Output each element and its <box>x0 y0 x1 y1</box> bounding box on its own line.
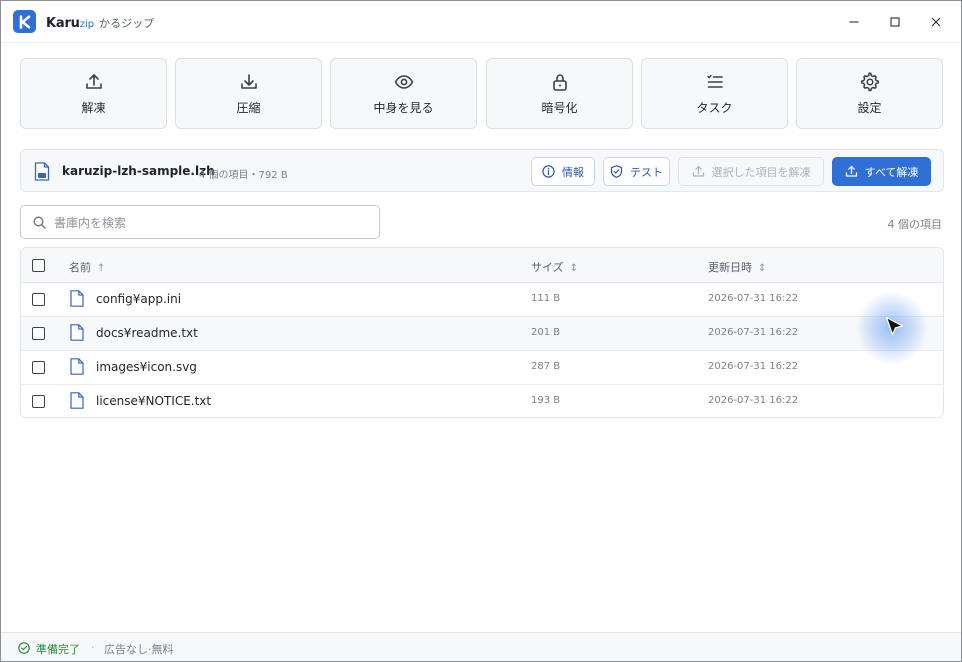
extract-all-button-label: すべて解凍 <box>864 165 919 179</box>
info-button-label: 情報 <box>562 165 584 179</box>
minimize-icon <box>849 21 859 23</box>
file-modified: 2026-07-31 16:22 <box>708 395 799 406</box>
search-icon <box>33 216 46 229</box>
download-icon <box>239 72 259 92</box>
archive-name: karuzip-lzh-sample.lzh <box>62 164 215 178</box>
column-header-name[interactable]: 名前 ↑ <box>69 259 105 275</box>
shield-check-icon <box>610 165 623 178</box>
upload-icon <box>692 165 705 178</box>
settings-button[interactable]: 設定 <box>796 58 943 129</box>
status-bar: 準備完了 · 広告なし·無料 <box>1 632 961 661</box>
info-icon <box>542 165 555 178</box>
file-name: config¥app.ini <box>96 292 182 306</box>
table-row[interactable]: license¥NOTICE.txt 193 B 2026-07-31 16:2… <box>21 385 943 417</box>
maximize-icon <box>890 17 900 27</box>
minimize-button[interactable] <box>839 7 869 37</box>
file-table: 名前 ↑ サイズ ↕ 更新日時 ↕ config¥app.ini 111 B 2026… <box>20 247 944 418</box>
file-icon <box>70 358 84 375</box>
tasks-button[interactable]: タスク <box>641 58 788 129</box>
search-input[interactable] <box>54 213 369 233</box>
file-size: 287 B <box>531 361 561 372</box>
table-row[interactable]: config¥app.ini 111 B 2026-07-31 16:22 <box>21 283 943 317</box>
file-size: 201 B <box>531 327 561 338</box>
info-button[interactable]: 情報 <box>531 157 595 186</box>
table-row[interactable]: docs¥readme.txt 201 B 2026-07-31 16:22 <box>21 317 943 351</box>
file-icon <box>70 392 84 409</box>
brand-suffix: zip <box>79 19 95 30</box>
file-modified: 2026-07-31 16:22 <box>708 293 799 304</box>
archive-file-icon <box>34 162 50 181</box>
column-modified-label: 更新日時 <box>708 261 752 274</box>
status-separator: · <box>91 641 95 654</box>
compress-button[interactable]: 圧縮 <box>175 58 322 129</box>
main-toolbar: 解凍 圧縮 中身を見る 暗号化 タスク 設定 <box>20 58 944 129</box>
column-size-label: サイズ <box>531 261 564 274</box>
compress-button-label: 圧縮 <box>236 101 261 115</box>
encrypt-button[interactable]: 暗号化 <box>486 58 633 129</box>
tasks-button-label: タスク <box>696 101 733 115</box>
file-size: 193 B <box>531 395 561 406</box>
sort-icon: ↕ <box>758 263 767 274</box>
gear-icon <box>860 72 880 92</box>
test-button-label: テスト <box>630 165 663 179</box>
extract-all-button[interactable]: すべて解凍 <box>832 157 931 186</box>
eye-icon <box>394 72 414 92</box>
extract-button-label: 解凍 <box>81 101 106 115</box>
table-header: 名前 ↑ サイズ ↕ 更新日時 ↕ <box>21 248 943 283</box>
column-name-label: 名前 <box>69 261 91 274</box>
file-icon <box>70 290 84 307</box>
search-box[interactable] <box>20 205 380 239</box>
sort-asc-icon: ↑ <box>97 263 106 274</box>
extract-selected-button-label: 選択した項目を解凍 <box>711 165 811 179</box>
row-checkbox[interactable] <box>32 395 45 408</box>
close-button[interactable] <box>921 7 951 37</box>
test-button[interactable]: テスト <box>603 157 670 186</box>
status-note: 広告なし·無料 <box>104 643 174 656</box>
app-name-japanese: かるジップ <box>99 17 155 30</box>
table-row[interactable]: images¥icon.svg 287 B 2026-07-31 16:22 <box>21 351 943 385</box>
sort-icon: ↕ <box>569 263 579 274</box>
row-checkbox[interactable] <box>32 361 45 374</box>
file-name: license¥NOTICE.txt <box>96 394 212 408</box>
upload-icon <box>845 165 858 178</box>
app-window: Karuzip かるジップ 解凍 圧縮 中身を見る 暗号化 タスク 設定 kar… <box>0 0 962 662</box>
column-header-modified[interactable]: 更新日時 ↕ <box>708 259 766 275</box>
extract-button[interactable]: 解凍 <box>20 58 167 129</box>
task-list-icon <box>705 72 725 92</box>
column-header-size[interactable]: サイズ ↕ <box>531 259 578 275</box>
extract-selected-button[interactable]: 選択した項目を解凍 <box>678 157 824 186</box>
file-modified: 2026-07-31 16:22 <box>708 361 799 372</box>
file-icon <box>70 324 84 341</box>
app-logo-icon <box>13 10 36 33</box>
maximize-button[interactable] <box>880 7 910 37</box>
archive-meta: 4 個の項目・792 B <box>199 170 288 181</box>
view-contents-button-label: 中身を見る <box>373 101 434 115</box>
upload-icon <box>84 72 104 92</box>
row-checkbox[interactable] <box>32 327 45 340</box>
item-count: 4 個の項目 <box>887 218 943 231</box>
title-bar: Karuzip かるジップ <box>1 1 961 43</box>
file-name: docs¥readme.txt <box>96 326 198 340</box>
settings-button-label: 設定 <box>857 101 882 115</box>
select-all-checkbox[interactable] <box>32 259 45 272</box>
file-size: 111 B <box>531 293 561 304</box>
view-contents-button[interactable]: 中身を見る <box>330 58 477 129</box>
row-checkbox[interactable] <box>32 293 45 306</box>
archive-info-bar: karuzip-lzh-sample.lzh 4 個の項目・792 B 情報 テ… <box>20 149 944 192</box>
encrypt-button-label: 暗号化 <box>541 101 578 115</box>
status-ready: 準備完了 <box>36 643 80 656</box>
app-title: Karuzip かるジップ <box>46 15 154 31</box>
file-name: images¥icon.svg <box>96 360 197 374</box>
brand-name: Karu <box>46 16 80 31</box>
close-icon <box>931 17 941 27</box>
lock-icon <box>550 72 570 92</box>
file-modified: 2026-07-31 16:22 <box>708 327 799 338</box>
check-circle-icon <box>18 642 30 654</box>
